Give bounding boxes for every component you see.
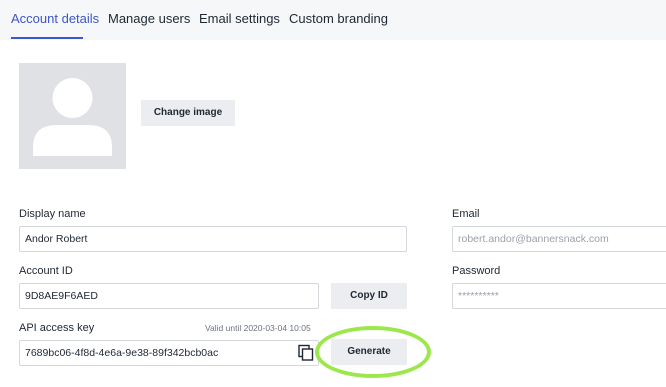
- api-key-valid-until: Valid until 2020-03-04 10:05: [205, 323, 311, 333]
- generate-button[interactable]: Generate: [331, 339, 407, 365]
- account-id-label: Account ID: [19, 265, 73, 277]
- change-image-button[interactable]: Change image: [141, 100, 235, 126]
- tab-email-settings[interactable]: Email settings: [199, 11, 280, 26]
- copy-icon[interactable]: [296, 343, 316, 363]
- user-silhouette-icon: [33, 78, 112, 156]
- tab-manage-users[interactable]: Manage users: [108, 11, 190, 26]
- api-key-label: API access key: [19, 322, 95, 334]
- tab-account-details[interactable]: Account details: [11, 11, 99, 26]
- api-key-field[interactable]: 7689bc06-4f8d-4e6a-9e38-89f342bcb0ac: [19, 340, 319, 366]
- password-label: Password: [452, 265, 501, 277]
- email-field[interactable]: robert.andor@bannersnack.com: [452, 226, 666, 252]
- tab-custom-branding[interactable]: Custom branding: [289, 11, 388, 26]
- email-label: Email: [452, 208, 480, 220]
- display-name-field[interactable]: Andor Robert: [19, 226, 407, 252]
- display-name-label: Display name: [19, 208, 86, 220]
- copy-id-button[interactable]: Copy ID: [331, 283, 407, 309]
- active-tab-indicator: [11, 37, 83, 39]
- password-field[interactable]: **********: [452, 283, 666, 309]
- tab-bar: Account details Manage users Email setti…: [0, 0, 666, 40]
- avatar: [19, 63, 126, 169]
- account-id-field[interactable]: 9D8AE9F6AED: [19, 283, 319, 309]
